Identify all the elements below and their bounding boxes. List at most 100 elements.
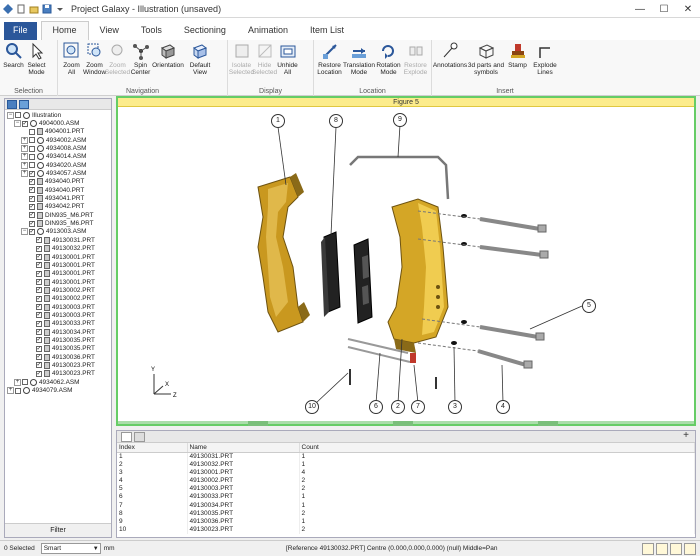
table-row[interactable]: 2 49130032.PRT 1 (117, 460, 695, 469)
tree-item[interactable]: +4934002.ASM (5, 136, 111, 144)
close-button[interactable]: ✕ (676, 0, 700, 18)
visibility-checkbox[interactable]: ✓ (36, 245, 42, 252)
tree-item[interactable]: ✓ 49130003.PRT (5, 311, 111, 319)
tab-structure[interactable] (7, 100, 17, 109)
table-row[interactable]: 4 49130002.PRT 2 (117, 476, 695, 486)
visibility-checkbox[interactable]: ✓ (29, 178, 35, 185)
view-mode-2-icon[interactable] (656, 542, 668, 555)
callout-10[interactable]: 10 (305, 400, 319, 414)
tree-item[interactable]: ✓ 49130001.PRT (5, 253, 111, 261)
visibility-checkbox[interactable]: ✓ (36, 312, 42, 319)
customize-icon[interactable] (55, 4, 65, 14)
tree-item[interactable]: ✓ 49130001.PRT (5, 261, 111, 269)
add-item-list-button[interactable]: + (683, 430, 689, 441)
tree-item[interactable]: ✓ 49130035.PRT (5, 336, 111, 344)
tab-home[interactable]: Home (40, 21, 89, 40)
callout-7[interactable]: 7 (411, 400, 425, 414)
table-row[interactable]: 6 49130033.PRT 1 (117, 493, 695, 502)
visibility-checkbox[interactable]: ✓ (29, 203, 35, 210)
tree-item[interactable]: ✓ 4934040.PRT (5, 178, 111, 186)
callout-4[interactable]: 4 (496, 400, 510, 414)
tree-item[interactable]: ✓ DIN935_M6.PRT (5, 219, 111, 228)
callout-8[interactable]: 8 (329, 114, 343, 128)
visibility-checkbox[interactable]: ✓ (29, 228, 35, 235)
visibility-checkbox[interactable]: ✓ (29, 195, 35, 202)
tree-item[interactable]: +4934062.ASM (5, 378, 111, 386)
visibility-checkbox[interactable]: ✓ (36, 337, 42, 344)
column-header-name[interactable]: Name (187, 443, 300, 453)
tree-item[interactable]: ✓ 4934041.PRT (5, 194, 111, 203)
tab-file[interactable]: File (4, 22, 37, 40)
tab-view[interactable]: View (89, 22, 130, 40)
visibility-checkbox[interactable]: ✓ (36, 295, 42, 302)
visibility-checkbox[interactable]: ✓ (36, 237, 42, 244)
visibility-checkbox[interactable]: ✓ (36, 329, 42, 336)
tree-expander[interactable]: + (21, 145, 28, 153)
table-row[interactable]: 1 49130031.PRT 1 (117, 452, 695, 461)
tree-expander[interactable]: + (14, 378, 21, 386)
tree-item[interactable]: ✓ 49130002.PRT (5, 295, 111, 303)
tree-item[interactable]: − ✓ 4913003.ASM (5, 228, 111, 236)
tree-item[interactable]: ✓ 4934040.PRT (5, 186, 111, 194)
tree-item[interactable]: +4934014.ASM (5, 153, 111, 161)
tree-item[interactable]: ✓ 49130003.PRT (5, 303, 111, 311)
view-mode-3-icon[interactable] (670, 542, 682, 555)
visibility-checkbox[interactable] (22, 379, 28, 386)
visibility-checkbox[interactable]: ✓ (29, 220, 35, 227)
visibility-checkbox[interactable]: ✓ (36, 262, 42, 269)
tree-item[interactable]: ✓ 49130002.PRT (5, 286, 111, 294)
tab-figures[interactable] (19, 100, 29, 109)
tab-sectioning[interactable]: Sectioning (173, 22, 237, 40)
tree-item[interactable]: ✓ 49130034.PRT (5, 328, 111, 336)
tree-item[interactable]: ✓ 49130035.PRT (5, 345, 111, 353)
visibility-checkbox[interactable]: ✓ (36, 270, 42, 277)
callout-6[interactable]: 6 (369, 400, 383, 414)
callout-1[interactable]: 1 (271, 114, 285, 128)
visibility-checkbox[interactable]: ✓ (36, 354, 42, 361)
viewport-handle-3[interactable] (538, 421, 558, 426)
tree-expander[interactable]: − (21, 228, 28, 236)
tree-item[interactable]: ✓ 49130001.PRT (5, 270, 111, 278)
table-row[interactable]: 7 49130034.PRT 1 (117, 501, 695, 510)
visibility-checkbox[interactable]: ✓ (36, 370, 42, 377)
column-header-count[interactable]: Count (299, 443, 695, 453)
visibility-checkbox[interactable]: ✓ (36, 279, 42, 286)
table-row[interactable]: 8 49130035.PRT 2 (117, 509, 695, 518)
table-row[interactable]: 9 49130036.PRT 1 (117, 517, 695, 526)
filter-button[interactable]: Filter (5, 523, 111, 537)
column-header-index[interactable]: Index (117, 443, 188, 453)
tree-item[interactable]: + ✓ 4934057.ASM (5, 169, 111, 178)
callout-2[interactable]: 2 (391, 400, 405, 414)
select-mode-combo[interactable]: Smart ▼ (40, 543, 101, 554)
item-list-tab-2[interactable] (134, 432, 145, 442)
table-row[interactable]: 5 49130003.PRT 2 (117, 485, 695, 494)
view-mode-4-icon[interactable] (684, 542, 696, 555)
visibility-checkbox[interactable]: ✓ (36, 287, 42, 294)
tab-item-list[interactable]: Item List (299, 22, 355, 40)
tree-item[interactable]: +4934079.ASM (5, 386, 111, 395)
callout-5[interactable]: 5 (582, 299, 596, 313)
view-mode-1-icon[interactable] (642, 542, 654, 555)
visibility-checkbox[interactable]: ✓ (36, 362, 42, 369)
maximize-button[interactable]: ☐ (652, 0, 676, 18)
visibility-checkbox[interactable]: ✓ (36, 320, 42, 327)
tree-item[interactable]: ✓ 49130036.PRT (5, 353, 111, 361)
tree-expander[interactable]: + (21, 136, 28, 144)
minimize-button[interactable]: — (628, 0, 652, 18)
tree-expander[interactable]: + (7, 387, 14, 395)
save-icon[interactable] (42, 4, 52, 14)
tree-item[interactable]: ✓ 49130033.PRT (5, 320, 111, 328)
tree-expander[interactable]: + (21, 161, 28, 169)
tree-item[interactable]: ✓ 49130023.PRT (5, 370, 111, 378)
visibility-checkbox[interactable]: ✓ (29, 212, 35, 219)
tree-expander[interactable]: + (21, 170, 28, 178)
visibility-checkbox[interactable]: ✓ (36, 304, 42, 311)
visibility-checkbox[interactable] (15, 112, 21, 119)
tree-item[interactable]: ✓ 49130031.PRT (5, 236, 111, 244)
table-row[interactable]: 3 49130001.PRT 4 (117, 468, 695, 477)
visibility-checkbox[interactable]: ✓ (29, 187, 35, 194)
new-icon[interactable] (16, 4, 26, 14)
callout-9[interactable]: 9 (393, 113, 407, 127)
visibility-checkbox[interactable] (15, 387, 21, 394)
visibility-checkbox[interactable] (29, 162, 35, 169)
